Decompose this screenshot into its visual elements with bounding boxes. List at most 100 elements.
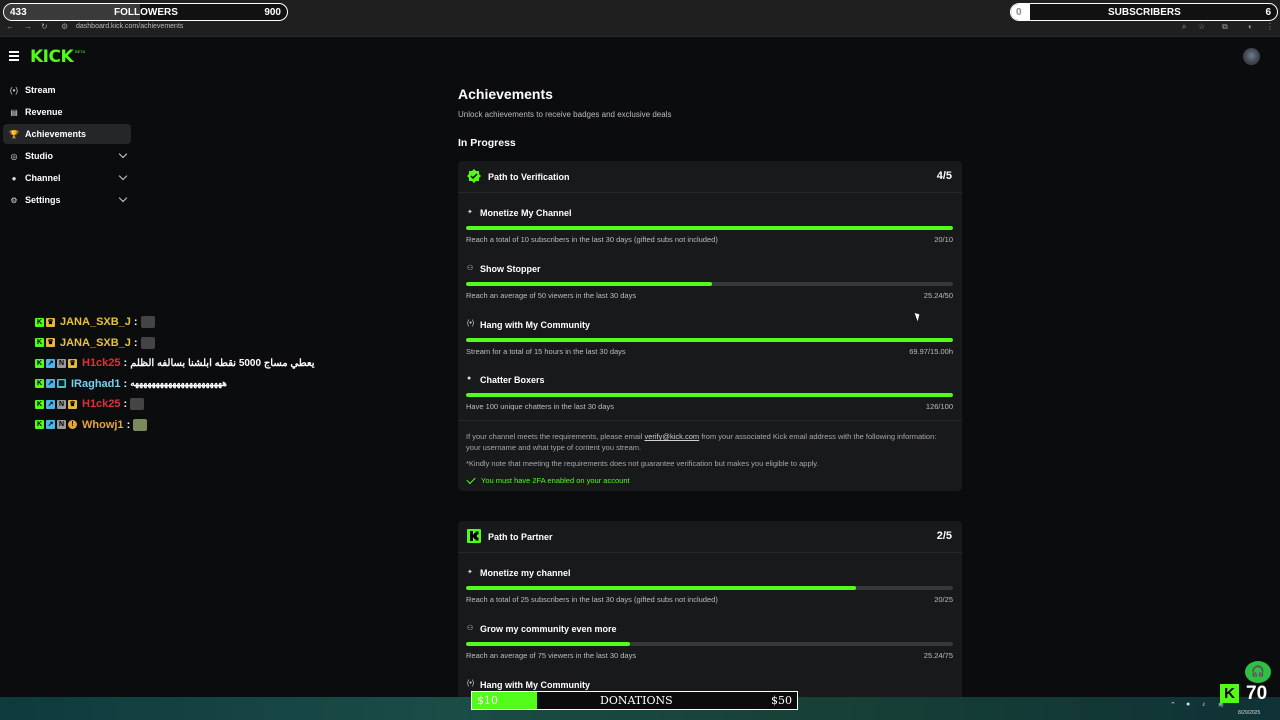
achievement-value: 69.97/15.00h (909, 346, 953, 356)
chevron-down-icon[interactable] (118, 149, 128, 159)
sidebar-nav: (•) Stream ▤ Revenue 🏆 Achievements ◎ St… (3, 80, 131, 212)
achievement-desc: Reach a total of 25 subscribers in the l… (466, 595, 718, 604)
arrow-badge-icon: ↗ (46, 358, 55, 368)
followers-current: 433 (10, 7, 27, 18)
chat-username: H1ck25 (82, 398, 121, 411)
progress-fill (466, 586, 856, 590)
tray-app-icon[interactable]: ● (1186, 701, 1190, 708)
chevron-down-icon[interactable] (118, 171, 128, 181)
chat-message: K ↗ N ♛ H1ck25 : يعطي مساج 5000 نقطه ابل… (35, 353, 335, 374)
chat-username: Whowj1 (82, 418, 124, 431)
site-info-icon[interactable]: ⚙ (61, 22, 68, 31)
achievements-page: Achievements Unlock achievements to rece… (458, 86, 963, 701)
chat-bubble-icon: ● (467, 375, 472, 383)
progress-track (466, 226, 953, 230)
twofa-status: You must have 2FA enabled on your accoun… (466, 475, 954, 486)
twofa-text: You must have 2FA enabled on your accoun… (481, 476, 630, 486)
donations-current: $10 (477, 694, 498, 707)
n-badge-icon: N (57, 358, 66, 368)
system-date: 8/29/2025 (1238, 710, 1261, 716)
zoom-icon[interactable]: ⌕ (1182, 22, 1186, 32)
chat-separator: : (123, 398, 128, 411)
arrow-badge-icon: ↗ (46, 420, 55, 430)
sidebar-item-label: Achievements (25, 129, 87, 139)
progress-fill (466, 226, 953, 230)
instructions-text-start: If your channel meets the requirements, … (466, 432, 645, 442)
address-bar[interactable]: dashboard.kick.com/achievements (76, 23, 183, 30)
chat-message: K ↗ ▦ IRaghad1 : ههههههههههههههههههههههه (35, 374, 335, 395)
chat-text: يعطي مساج 5000 نقطه ابلشنا بسالفه الظلم (130, 357, 315, 369)
kick-badge-icon: K (35, 379, 44, 389)
sidebar-item-channel[interactable]: ● Channel (3, 168, 131, 188)
achievement-item: ⚇ Grow my community even more Reach an a… (458, 613, 962, 669)
achievement-item: ● Chatter Boxers Have 100 unique chatter… (458, 364, 962, 420)
forward-icon[interactable]: → (24, 22, 32, 31)
arrow-badge-icon: ↗ (46, 379, 55, 389)
chat-separator: : (133, 316, 138, 329)
sidebar-item-studio[interactable]: ◎ Studio (3, 146, 131, 166)
headset-icon[interactable]: 🎧 (1245, 661, 1271, 683)
section-title-in-progress: In Progress (458, 137, 516, 149)
arrow-badge-icon: ↗ (46, 399, 55, 409)
sidebar-item-achievements[interactable]: 🏆 Achievements (3, 124, 131, 144)
kick-k-icon: K (1220, 684, 1239, 703)
chat-overlay: K ♛ JANA_SXB_J : K ♛ JANA_SXB_J : K ↗ N … (35, 312, 335, 435)
crown-badge-icon: ♛ (68, 358, 77, 368)
achievement-value: 20/25 (934, 595, 953, 604)
subscribers-label: SUBSCRIBERS (1108, 7, 1181, 18)
crown-badge-icon: ♛ (68, 399, 77, 409)
broadcast-icon: (•) (467, 319, 475, 327)
chat-separator: : (123, 377, 128, 390)
chat-message: K ♛ JANA_SXB_J : (35, 312, 335, 333)
back-icon[interactable]: ← (6, 22, 14, 31)
sparkle-icon: ✦ (467, 209, 473, 216)
verification-card-header[interactable]: Path to Verification 4/5 (458, 161, 962, 193)
achievement-item: ⚇ Show Stopper Reach an average of 50 vi… (458, 253, 962, 309)
subscribers-goal-bar: 0 SUBSCRIBERS 6 (1010, 3, 1278, 21)
subscribers-goal: 6 (1265, 7, 1271, 18)
kick-badge-icon: K (35, 358, 44, 368)
progress-fill (466, 393, 953, 398)
star-icon[interactable]: ☆ (1198, 22, 1205, 31)
viewer-count: 70 (1246, 683, 1268, 704)
reload-icon[interactable]: ↻ (41, 22, 48, 31)
sidebar-item-stream[interactable]: (•) Stream (3, 80, 131, 100)
chat-separator: : (123, 357, 128, 370)
trophy-icon: 🏆 (9, 129, 19, 139)
kick-badge-icon: K (35, 317, 44, 327)
achievement-title: Monetize my channel (480, 568, 571, 578)
hamburger-menu-icon[interactable] (9, 51, 19, 61)
mic-icon[interactable]: ♪ (1202, 701, 1206, 708)
progress-fill (466, 281, 712, 286)
achievement-title: Show Stopper (480, 263, 541, 274)
donations-goal-bar: $10 DONATIONS $50 (471, 691, 798, 710)
broadcast-icon: (•) (467, 679, 475, 687)
user-avatar[interactable] (1243, 48, 1260, 65)
sidebar-item-settings[interactable]: ⚙ Settings (3, 190, 131, 210)
extensions-icon[interactable]: ⧉ (1222, 22, 1228, 32)
emote-icon (140, 336, 155, 349)
n-badge-icon: N (57, 420, 66, 430)
donations-goal: $50 (771, 694, 792, 707)
achievement-value: 20/10 (934, 235, 953, 244)
verify-email-link[interactable]: verify@kick.com (644, 432, 699, 441)
sidebar-item-revenue[interactable]: ▤ Revenue (3, 102, 131, 122)
achievement-title: Chatter Boxers (480, 375, 545, 386)
coin-badge-icon: ! (68, 420, 77, 430)
browser-toolbar: ← → ↻ ⚙ dashboard.kick.com/achievements … (0, 20, 1280, 37)
sidebar-item-label: Revenue (25, 107, 63, 117)
followers-label: FOLLOWERS (114, 7, 178, 18)
profile-icon[interactable]: ◐ (1248, 22, 1253, 31)
progress-track (466, 337, 953, 342)
verified-badge-icon (467, 169, 481, 183)
kick-logo[interactable]: KICK (30, 47, 74, 67)
browser-menu-icon[interactable]: ⋮ (1266, 22, 1274, 31)
chevron-down-icon[interactable] (118, 193, 128, 203)
viewers-icon: ⚇ (467, 264, 474, 272)
chat-username: IRaghad1 (71, 377, 121, 390)
followers-goal: 900 (264, 7, 281, 18)
donations-label: DONATIONS (600, 694, 673, 707)
tray-chevron-icon[interactable]: ⌃ (1170, 701, 1176, 709)
grid-badge-icon: ▦ (57, 379, 66, 389)
partner-card-header[interactable]: Path to Partner 2/5 (458, 521, 962, 553)
